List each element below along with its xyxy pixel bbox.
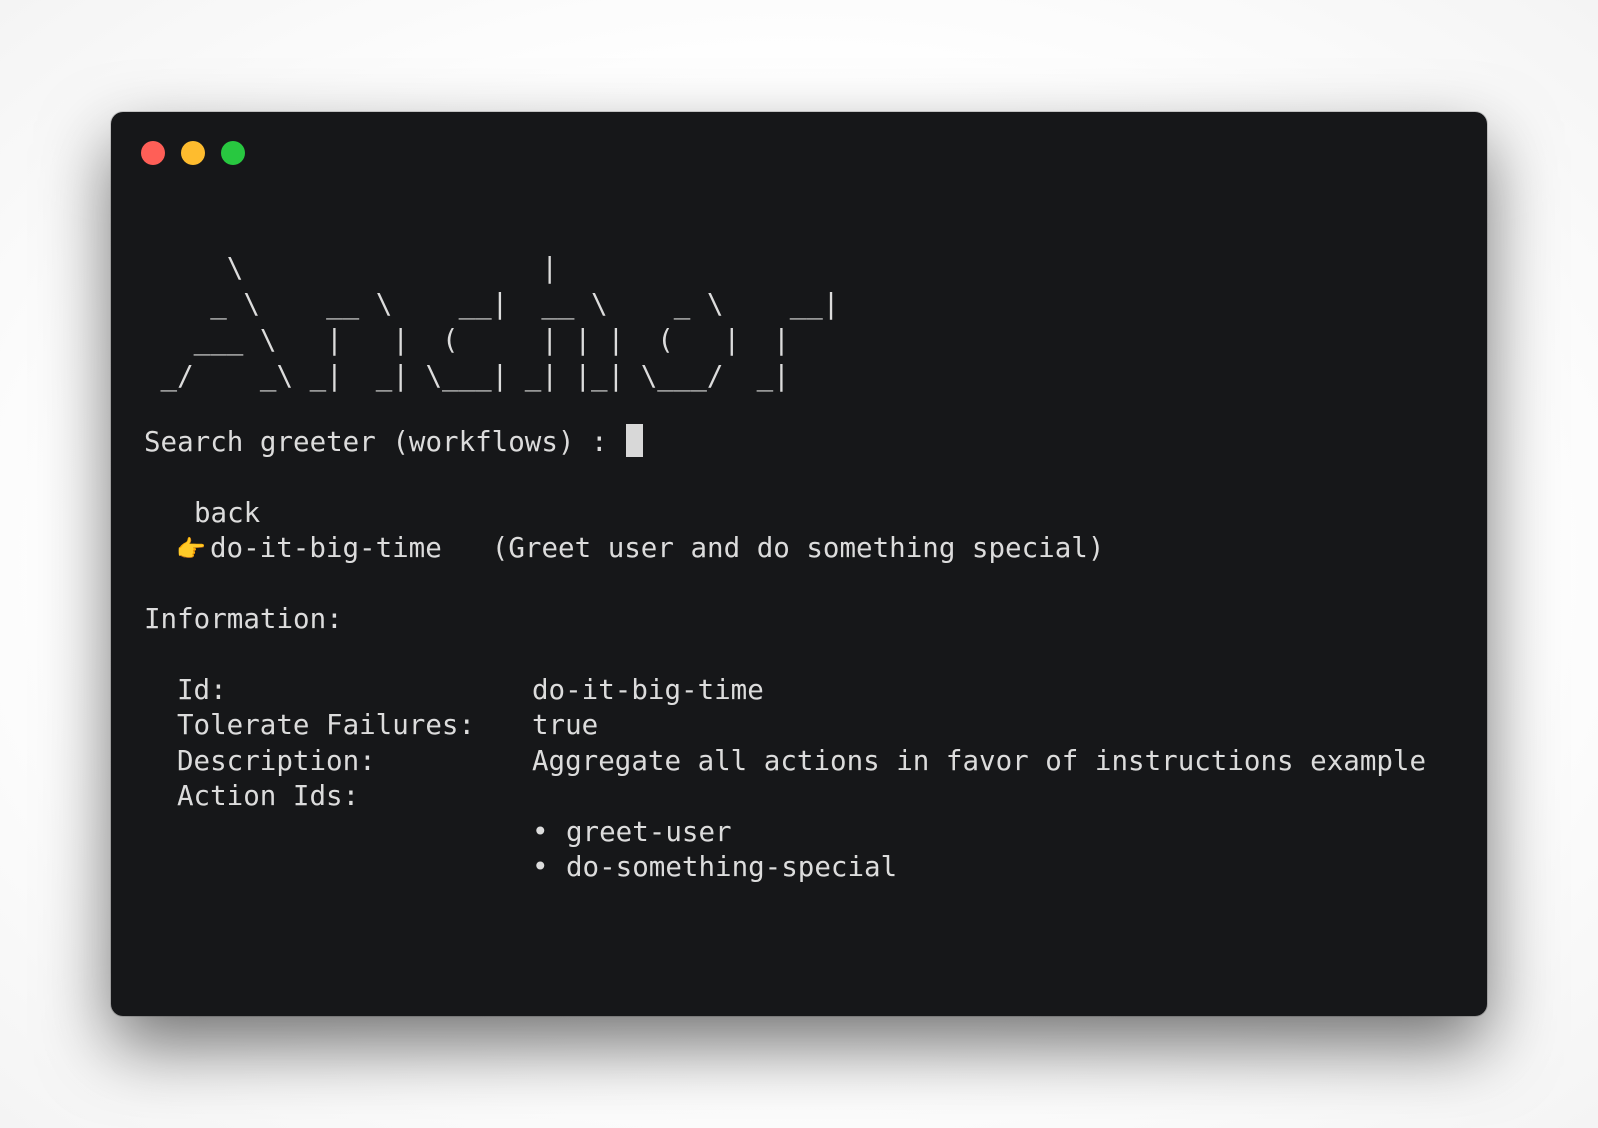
- menu-item-label: do-it-big-time: [210, 532, 442, 564]
- menu-item-description: (Greet user and do something special): [491, 532, 1105, 564]
- action-id-label: greet-user: [566, 816, 732, 848]
- info-row-action-ids: Action Ids:: [144, 778, 532, 814]
- action-id-item: • do-something-special: [144, 849, 897, 885]
- menu-item-label: back: [194, 497, 261, 529]
- information-heading: Information:: [144, 603, 343, 635]
- info-label: Id:: [177, 674, 227, 706]
- info-row-description: Description: Aggregate all actions in fav…: [144, 743, 1426, 779]
- info-label: Tolerate Failures:: [177, 709, 476, 741]
- info-label: Action Ids:: [177, 780, 360, 812]
- pointing-hand-icon: 👉: [176, 535, 206, 563]
- text-cursor: [626, 424, 644, 457]
- info-value: true: [532, 709, 599, 741]
- bullet: •: [532, 816, 549, 848]
- action-id-label: do-something-special: [566, 851, 898, 883]
- info-value: do-it-big-time: [532, 674, 764, 706]
- desktop-background: \ | _ \ __ \ __| __ \ _ \ __| ___ \ | | …: [0, 0, 1598, 1128]
- info-label: Description:: [177, 745, 376, 777]
- terminal-content: \ | _ \ __ \ __| __ \ _ \ __| ___ \ | | …: [144, 112, 1467, 1016]
- menu-item-selected[interactable]: 👉 do-it-big-time (Greet user and do someth…: [144, 530, 1104, 566]
- info-row-tolerate-failures: Tolerate Failures: true: [144, 707, 598, 743]
- info-row-id: Id: do-it-big-time: [144, 672, 764, 708]
- menu-item-back[interactable]: back: [144, 495, 260, 531]
- search-prompt-line[interactable]: Search greeter (workflows) :: [144, 424, 644, 460]
- terminal-window[interactable]: \ | _ \ __ \ __| __ \ _ \ __| ___ \ | | …: [111, 112, 1487, 1016]
- bullet: •: [532, 851, 549, 883]
- ascii-logo: \ | _ \ __ \ __| __ \ _ \ __| ___ \ | | …: [160, 252, 840, 392]
- action-id-item: • greet-user: [144, 814, 732, 850]
- info-value: Aggregate all actions in favor of instru…: [532, 745, 1427, 777]
- search-prompt: Search greeter (workflows) :: [144, 426, 608, 458]
